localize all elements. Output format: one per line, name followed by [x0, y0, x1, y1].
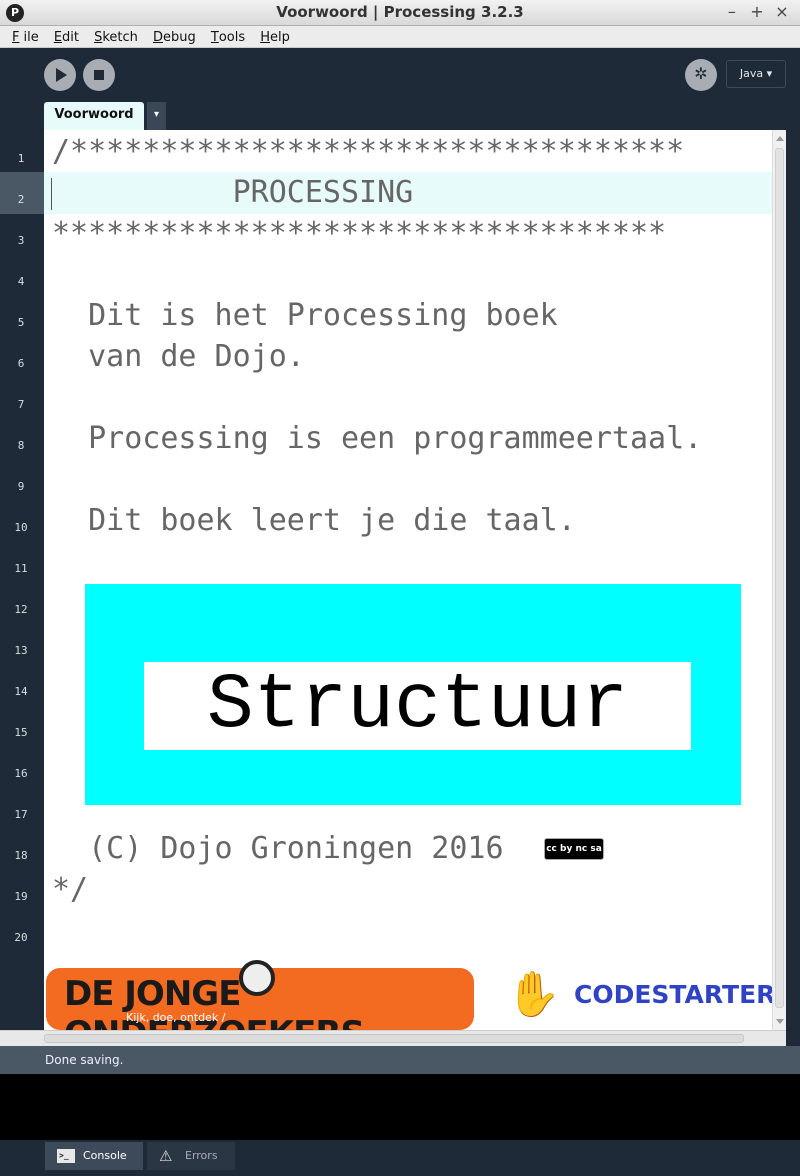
terminal-icon: >_ [57, 1149, 75, 1163]
line-number: 3 [17, 234, 25, 247]
toolbar: Java ▾ Voorwoord ▾ [0, 48, 800, 130]
de-jonge-onderzoekers-logo: DE JONGE ONDERZOEKERS Kijk, doe, ontdek … [46, 960, 474, 1030]
tab-voorwoord[interactable]: Voorwoord [44, 102, 144, 130]
menu-bar: File Edit Sketch Debug Tools Help [0, 26, 800, 48]
djo-logo-subtitle: Kijk, doe, ontdek / [126, 1011, 226, 1024]
line-number-gutter: 1 2 3 4 5 6 7 8 9 10 11 12 13 14 15 16 17 18 19 20 [0, 130, 44, 1030]
status-message: Done saving. [45, 1053, 124, 1067]
line-number: 8 [17, 439, 25, 452]
code-line: PROCESSING [52, 175, 414, 210]
minimize-button[interactable]: – [722, 2, 742, 21]
line-number: 6 [17, 357, 25, 370]
code-line: Processing is een programmeertaal. [52, 421, 703, 456]
menu-help[interactable]: Help [254, 27, 294, 48]
line-number: 2 [17, 193, 25, 206]
tab-errors-label: Errors [185, 1149, 218, 1162]
window-title: Voorwoord | Processing 3.2.3 [276, 3, 524, 21]
line-number: 5 [17, 316, 25, 329]
code-line: */ [52, 872, 89, 907]
code-editor[interactable]: Structuur cc by nc sa DE JONGE ONDERZOEK… [44, 130, 772, 1030]
line-number: 10 [14, 521, 28, 534]
tab-errors[interactable]: ⚠ Errors [147, 1142, 235, 1170]
line-number: 9 [17, 480, 25, 493]
line-number: 11 [14, 562, 28, 575]
code-line: ********************************** [52, 216, 667, 251]
line-number: 4 [17, 275, 25, 288]
hand-icon: ✋ [506, 969, 561, 1020]
banner-white-box: Structuur [144, 662, 691, 750]
warning-icon: ⚠ [159, 1147, 173, 1165]
cc-license-icon: cc by nc sa [544, 838, 604, 860]
line-number: 14 [14, 685, 28, 698]
menu-tools[interactable]: Tools [205, 27, 249, 48]
tab-console-label: Console [83, 1149, 127, 1162]
line-number: 12 [14, 603, 28, 616]
mode-selector[interactable]: Java ▾ [726, 60, 786, 88]
console-output[interactable] [0, 1074, 800, 1140]
stop-button[interactable] [83, 59, 115, 91]
codestarter-logo-text: CODESTARTER [574, 980, 772, 1009]
horizontal-scroll-thumb[interactable] [44, 1034, 744, 1043]
code-line: Dit is het Processing boek [52, 298, 558, 333]
line-number: 1 [17, 152, 25, 165]
code-line: van de Dojo. [52, 339, 305, 374]
line-number: 20 [14, 931, 28, 944]
line-number: 15 [14, 726, 28, 739]
line-number: 16 [14, 767, 28, 780]
scroll-down-icon[interactable] [776, 1019, 784, 1024]
line-number: 7 [17, 398, 25, 411]
vertical-scrollbar[interactable] [772, 130, 786, 1030]
line-number: 19 [14, 890, 28, 903]
line-number: 13 [14, 644, 28, 657]
code-line: (C) Dojo Groningen 2016 [52, 831, 504, 866]
title-bar: P Voorwoord | Processing 3.2.3 – + × [0, 0, 800, 26]
menu-file[interactable]: File [0, 27, 43, 48]
code-line: Dit boek leert je die taal. [52, 503, 576, 538]
code-line: /********************************** [52, 134, 685, 169]
menu-edit[interactable]: Edit [48, 27, 83, 48]
run-button[interactable] [44, 59, 76, 91]
console-tab-bar: >_ Console ⚠ Errors [0, 1140, 800, 1176]
status-bar: Done saving. [0, 1046, 800, 1074]
line-number: 18 [14, 849, 28, 862]
horizontal-scrollbar[interactable] [0, 1030, 786, 1046]
line-number: 17 [14, 808, 28, 821]
scroll-up-icon[interactable] [776, 136, 784, 141]
tab-console[interactable]: >_ Console [45, 1142, 143, 1170]
editor-right-margin [786, 130, 800, 1030]
codestarter-logo: ✋ CODESTARTER [506, 966, 772, 1030]
banner-title: Structuur [206, 662, 629, 750]
window-controls: – + × [722, 2, 792, 21]
menu-sketch[interactable]: Sketch [88, 27, 142, 48]
vertical-scroll-thumb[interactable] [775, 148, 784, 1008]
maximize-button[interactable]: + [747, 2, 767, 21]
debugger-button[interactable] [685, 59, 717, 91]
tab-menu-button[interactable]: ▾ [147, 102, 166, 130]
menu-debug[interactable]: Debug [147, 27, 200, 48]
close-button[interactable]: × [772, 2, 792, 21]
